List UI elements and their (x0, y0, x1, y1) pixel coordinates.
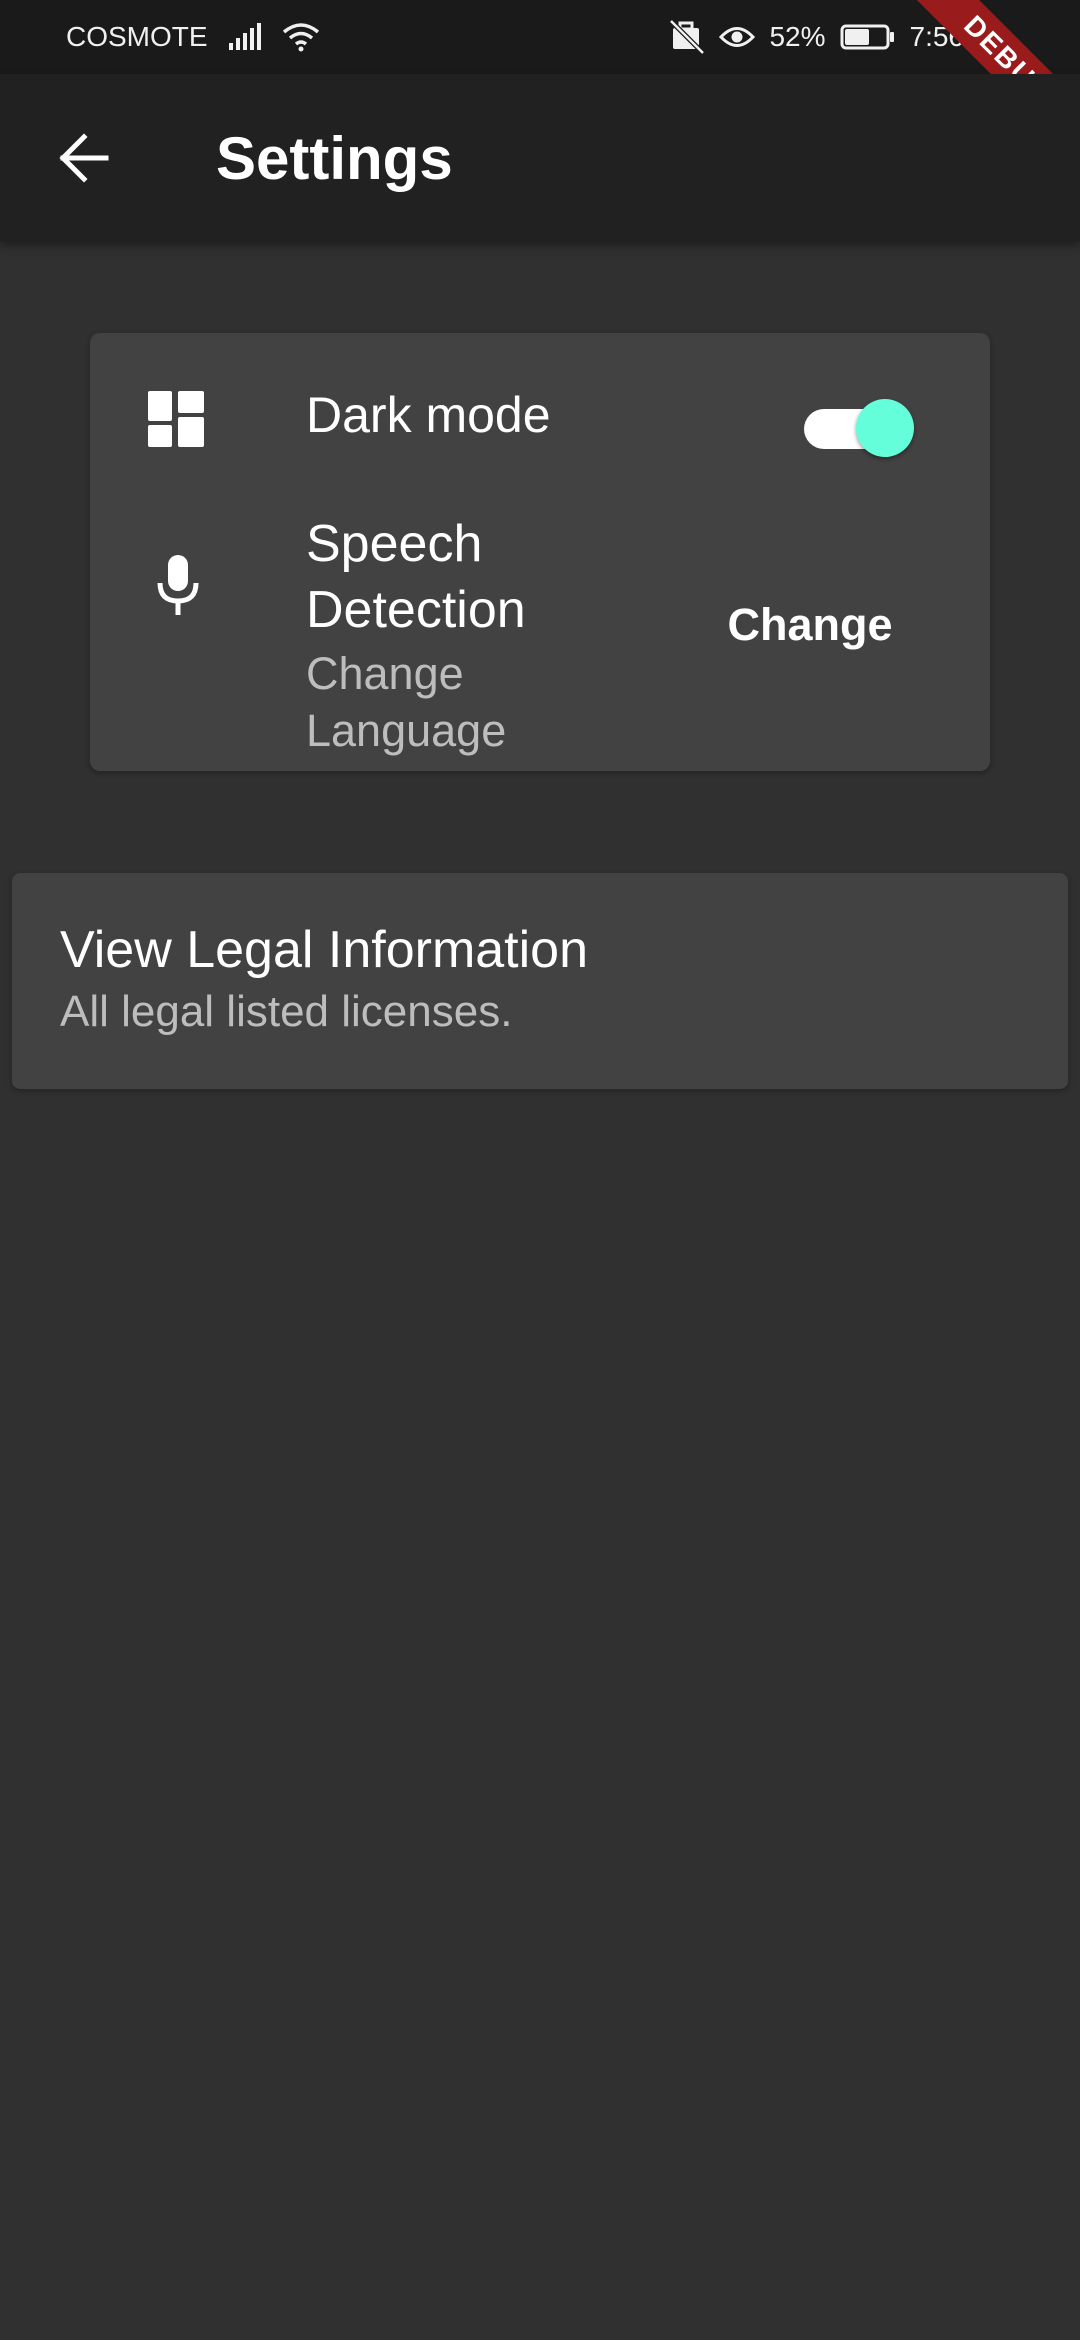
app-bar: Settings (0, 74, 1080, 242)
legal-information-card[interactable]: View Legal Information All legal listed … (12, 873, 1068, 1089)
back-button[interactable] (34, 108, 134, 208)
microphone-icon (150, 551, 206, 619)
battery-icon (840, 23, 896, 51)
status-left: COSMOTE (66, 21, 320, 53)
status-bar: COSMOTE 52% 7:56 (0, 0, 1080, 74)
clock: 7:56 (909, 21, 965, 52)
speech-detection-subtitle: Change Language (306, 648, 507, 756)
legal-title: View Legal Information (60, 921, 589, 979)
dark-mode-toggle[interactable] (804, 395, 914, 457)
wifi-icon (282, 22, 320, 52)
status-right: 52% 7:56 (669, 19, 964, 55)
speech-detection-title: Speech Detection (306, 515, 526, 639)
dark-mode-label: Dark mode (306, 387, 551, 443)
signal-icon (228, 23, 262, 51)
settings-card: Dark mode Speech Detection Change Langua… (90, 333, 990, 771)
eye-icon (719, 24, 756, 50)
arrow-back-icon (58, 132, 110, 184)
change-language-button[interactable]: Change (710, 585, 910, 665)
dashboard-icon (146, 389, 206, 449)
page-title: Settings (216, 124, 453, 192)
battery-percent: 52% (769, 21, 826, 52)
toggle-thumb (856, 399, 914, 457)
no-sim-icon (669, 19, 706, 55)
carrier-name: COSMOTE (66, 21, 208, 52)
legal-subtitle: All legal listed licenses. (60, 987, 513, 1036)
